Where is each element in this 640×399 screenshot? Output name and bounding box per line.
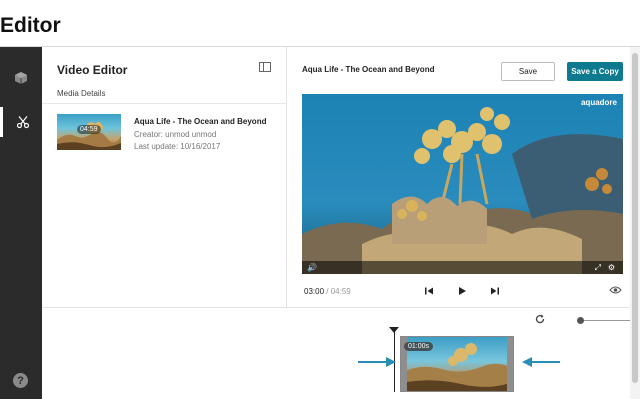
trim-handle-end[interactable] bbox=[507, 337, 513, 391]
video-player[interactable]: aquadore 🔊 ⤢ ⚙ bbox=[302, 94, 623, 274]
layout-toggle-icon[interactable] bbox=[259, 62, 271, 72]
play-icon bbox=[459, 287, 466, 295]
current-time: 03:00 bbox=[304, 287, 325, 296]
scrollbar-thumb[interactable] bbox=[632, 53, 638, 383]
preview-panel: Aqua Life - The Ocean and Beyond Save Sa… bbox=[287, 47, 630, 307]
media-title: Aqua Life - The Ocean and Beyond bbox=[134, 117, 267, 126]
refresh-icon[interactable] bbox=[534, 313, 546, 325]
zoom-slider-handle[interactable] bbox=[577, 317, 584, 324]
time-display: 03:00 / 04:59 bbox=[304, 287, 351, 296]
page-title: Editor bbox=[0, 14, 61, 37]
video-title: Aqua Life - The Ocean and Beyond bbox=[302, 65, 435, 74]
duration-badge: 04:59 bbox=[77, 125, 101, 134]
nav-item-editor[interactable] bbox=[0, 107, 42, 137]
step-back-button[interactable] bbox=[422, 284, 436, 298]
page-scrollbar[interactable] bbox=[630, 47, 640, 399]
settings-icon[interactable]: ⚙ bbox=[608, 263, 615, 272]
save-button[interactable]: Save bbox=[501, 62, 555, 81]
help-icon[interactable]: ? bbox=[13, 373, 28, 388]
section-label: Media Details bbox=[57, 89, 106, 98]
step-forward-button[interactable] bbox=[488, 284, 502, 298]
video-frame-image bbox=[302, 94, 623, 274]
fullscreen-icon[interactable]: ⤢ bbox=[595, 263, 601, 273]
arrow-left-icon bbox=[522, 357, 560, 367]
player-control-bar: 🔊 ⤢ ⚙ bbox=[302, 261, 623, 274]
save-a-copy-button[interactable]: Save a Copy bbox=[567, 62, 623, 81]
nav-item-media[interactable] bbox=[0, 63, 42, 93]
eye-icon[interactable] bbox=[609, 285, 622, 295]
media-creator: Creator: unmod unmod bbox=[134, 130, 217, 139]
volume-icon[interactable]: 🔊 bbox=[307, 263, 317, 272]
zoom-slider-track[interactable] bbox=[580, 320, 630, 321]
video-editor-panel: Video Editor Media Details 04:59 Aqua Li… bbox=[42, 47, 287, 307]
watermark-logo: aquadore bbox=[580, 98, 617, 107]
media-last-update: Last update: 10/16/2017 bbox=[134, 142, 221, 151]
arrow-right-icon bbox=[358, 357, 396, 367]
total-time: / 04:59 bbox=[326, 287, 351, 296]
cube-icon bbox=[15, 72, 27, 84]
media-thumbnail[interactable]: 04:59 bbox=[57, 114, 121, 150]
clip-time-badge: 01:00s bbox=[404, 342, 434, 351]
editor-frame: ? Video Editor Media Details 04:59 Aqua … bbox=[0, 46, 640, 399]
play-button[interactable] bbox=[455, 284, 469, 298]
timeline: 01:00s bbox=[42, 307, 630, 399]
step-forward-icon bbox=[491, 287, 499, 295]
scissors-icon bbox=[16, 116, 29, 129]
step-back-icon bbox=[425, 287, 433, 295]
panel-title: Video Editor bbox=[57, 63, 128, 77]
divider bbox=[42, 103, 286, 104]
left-nav: ? bbox=[0, 47, 42, 399]
